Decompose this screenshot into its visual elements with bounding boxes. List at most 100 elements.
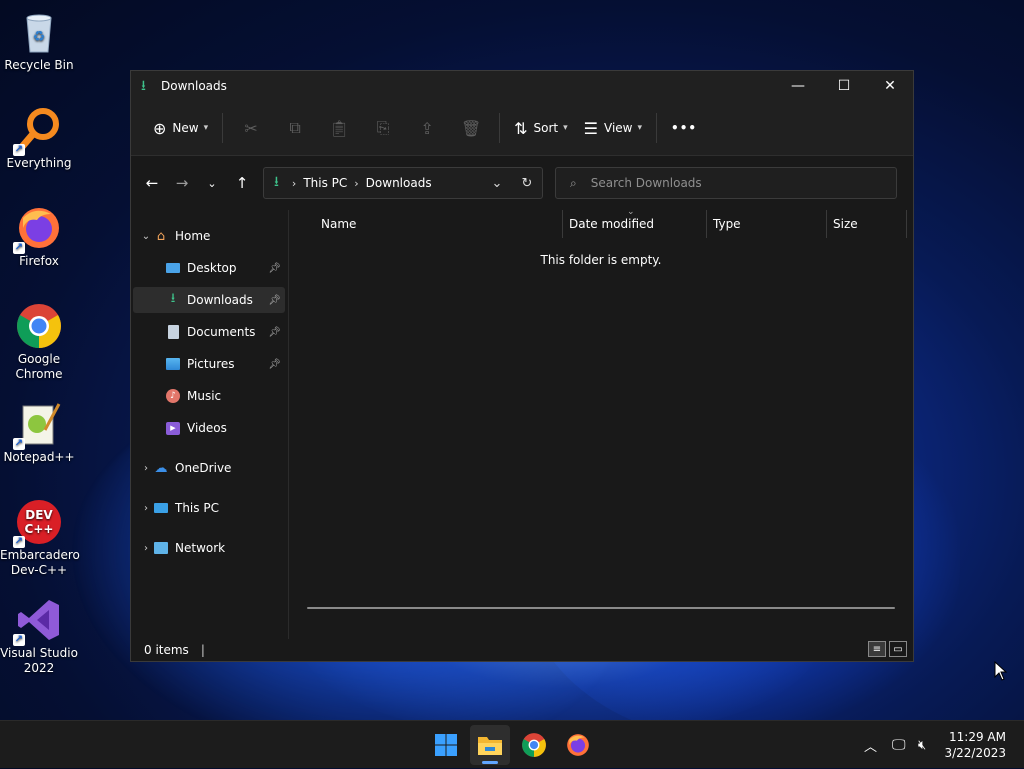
desktop-icon-notepadpp[interactable]: ↗ Notepad++ [0,400,78,465]
desktop-icon-firefox[interactable]: ↗ Firefox [0,204,78,269]
desktop-icon-devcpp[interactable]: DEV C++ ↗ Embarcadero Dev-C++ [0,498,80,578]
network-status-button[interactable]: 🖵︎ [892,721,906,769]
desktop-icon-everything[interactable]: ↗ Everything [0,106,78,171]
maximize-button[interactable]: ☐ [821,71,867,101]
breadcrumb-separator: › [354,176,359,190]
back-button[interactable]: ← [137,168,167,198]
toolbar-divider [222,113,224,143]
nav-item-music[interactable]: ♪ Music [133,383,285,409]
chevron-up-icon: ︿ [864,739,878,755]
chevron-right-icon: › [144,462,148,474]
column-label: Type [713,217,741,231]
desktop-icon-recycle-bin[interactable]: ♻ Recycle Bin [0,8,78,73]
search-box[interactable]: ⌕ [555,167,897,199]
svg-text:♻: ♻ [33,29,46,45]
arrow-left-icon: ← [145,174,159,192]
nav-item-label: Home [175,229,211,243]
taskbar-firefox[interactable] [558,725,598,765]
column-header-size[interactable]: Size [827,210,907,238]
minimize-button[interactable]: — [775,71,821,101]
column-header-type[interactable]: Type [707,210,827,238]
recent-locations-button[interactable]: ⌄ [197,168,227,198]
column-header-name[interactable]: Name [289,210,563,238]
desktop-icon-visual-studio[interactable]: ↗ Visual Studio 2022 [0,596,78,676]
download-folder-icon: ⭳ [170,291,176,306]
column-header-row: Name ⌄ Date modified Type Size [289,207,913,238]
address-history-button[interactable]: ⌄ [482,176,512,191]
desktop-icon-label: Everything [6,156,72,170]
nav-item-documents[interactable]: Documents 📌︎ [133,319,285,345]
column-header-date-modified[interactable]: ⌄ Date modified [563,207,707,238]
pin-icon: 📌︎ [268,326,281,338]
volume-button[interactable]: 🔇︎ [918,721,926,769]
forward-button[interactable]: → [167,168,197,198]
up-button[interactable]: ↑ [227,168,257,198]
share-button[interactable]: ⇪ [405,112,449,144]
rename-button[interactable]: ⎘ [361,112,405,144]
cut-button[interactable]: ✂ [229,112,273,144]
arrow-up-icon: ↑ [235,174,249,192]
nav-item-onedrive[interactable]: › ☁ OneDrive [133,455,285,481]
tiles-view-button[interactable]: ▭ [889,641,907,657]
copy-button[interactable]: ⧉ [273,112,317,144]
column-label: Name [321,217,357,231]
nav-item-label: Pictures [187,357,235,371]
sort-descending-icon: ⌄ [627,207,635,217]
chevron-down-icon: ⌄ [207,176,217,190]
delete-button[interactable]: 🗑︎ [449,112,493,144]
view-button[interactable]: ☰ View ▾ [576,112,650,144]
horizontal-scrollbar[interactable] [307,607,895,609]
show-hidden-icons-button[interactable]: ︿ [864,721,877,769]
view-switcher: ≡ ▭ [868,641,907,657]
desktop-icon-label: Google Chrome [15,352,63,381]
see-more-button[interactable]: ••• [663,112,705,144]
search-input[interactable] [588,175,873,191]
nav-item-desktop[interactable]: Desktop 📌︎ [133,255,285,281]
volume-muted-icon: 🔇︎ [918,737,927,753]
navigation-row: ← → ⌄ ↑ ⭳ › This PC › Downloads ⌄ ↻ ⌕ [131,156,913,210]
details-view-button[interactable]: ≡ [868,641,886,657]
taskbar-file-explorer[interactable] [470,725,510,765]
rename-icon: ⎘ [376,118,390,137]
command-bar: ⊕ New ▾ ✂ ⧉ 📋︎ ⎘ ⇪ 🗑︎ ⇅ Sort ▾ ☰ View ▾ … [131,101,913,156]
nav-item-network[interactable]: › Network [133,535,285,561]
sort-arrows-icon: ⇅ [514,118,528,138]
nav-item-downloads[interactable]: ⭳ Downloads 📌︎ [133,287,285,313]
everything-search-icon: ↗ [13,106,63,156]
visual-studio-icon: ↗ [13,596,63,646]
document-folder-icon [165,324,181,340]
new-button[interactable]: ⊕ New ▾ [145,112,216,144]
desktop-icon-chrome[interactable]: Google Chrome [0,302,78,382]
arrow-right-icon: → [175,174,189,192]
nav-item-pictures[interactable]: Pictures 📌︎ [133,351,285,377]
address-bar[interactable]: ⭳ › This PC › Downloads ⌄ ↻ [263,167,543,199]
notepadpp-icon: ↗ [13,400,63,450]
refresh-button[interactable]: ↻ [512,176,542,191]
svg-text:DEV: DEV [25,508,53,522]
plus-circle-icon: ⊕ [153,118,167,138]
explorer-body: ⌄ ⌂ Home Desktop 📌︎ ⭳ Downloads 📌︎ Docum… [131,207,913,639]
chevron-down-icon: ⌄ [141,230,151,242]
new-label: New [172,121,199,135]
chrome-icon [522,733,546,757]
nav-item-label: Downloads [187,293,253,307]
share-icon: ⇪ [420,118,434,138]
taskbar-chrome[interactable] [514,725,554,765]
sort-button[interactable]: ⇅ Sort ▾ [506,112,576,144]
videos-folder-icon: ▶ [165,420,181,436]
nav-item-home[interactable]: ⌄ ⌂ Home [133,223,285,249]
nav-item-this-pc[interactable]: › This PC [133,495,285,521]
paste-button[interactable]: 📋︎ [317,112,361,144]
clock[interactable]: 11:29 AM 3/22/2023 [944,729,1006,761]
breadcrumb-downloads[interactable]: Downloads [366,176,432,190]
close-button[interactable]: ✕ [867,71,913,101]
nav-item-videos[interactable]: ▶ Videos [133,415,285,441]
clock-time: 11:29 AM [949,730,1006,744]
breadcrumb-this-pc[interactable]: This PC [303,176,347,190]
title-bar[interactable]: ⭳ Downloads — ☐ ✕ [131,71,913,101]
home-icon: ⌂ [156,228,166,244]
desktop-icon-label: Recycle Bin [4,58,74,72]
nav-item-label: Desktop [187,261,237,275]
start-button[interactable] [426,725,466,765]
active-app-indicator [482,761,498,764]
